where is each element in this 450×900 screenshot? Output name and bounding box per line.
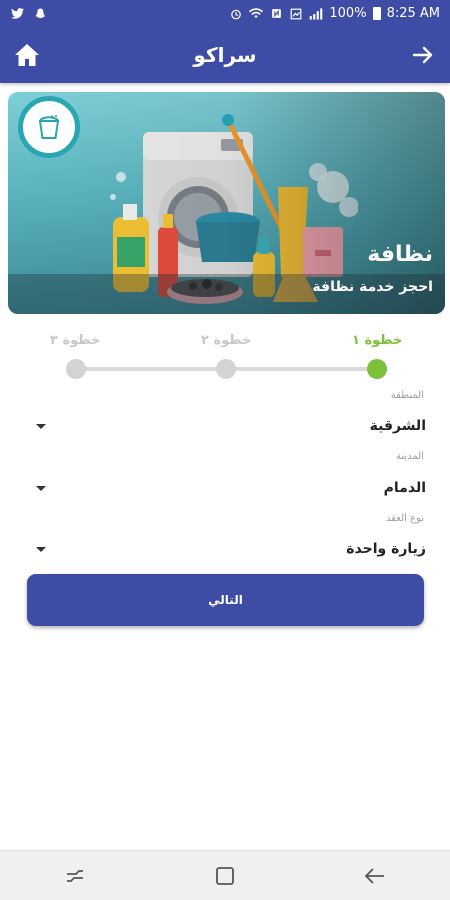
contract-type-select[interactable]: زيارة واحدة: [36, 534, 426, 564]
battery-icon: [372, 7, 381, 20]
city-select[interactable]: الدمام: [36, 473, 426, 503]
chevron-down-icon: [36, 485, 46, 491]
chevron-down-icon: [36, 546, 46, 552]
snapchat-icon: [33, 8, 47, 20]
clock: 8:25 AM: [386, 6, 440, 21]
home-icon[interactable]: [12, 40, 42, 70]
wifi-icon: [249, 8, 264, 20]
step-2-label: خطوة ٢: [201, 333, 252, 348]
step-2-dot[interactable]: [216, 359, 236, 379]
data-icon: [289, 8, 303, 20]
recent-apps-icon[interactable]: [55, 856, 95, 896]
app-bar: سراكو: [0, 27, 450, 83]
step-3-dot[interactable]: [66, 359, 86, 379]
status-bar: 100% 8:25 AM: [0, 0, 450, 27]
home-nav-icon[interactable]: [205, 856, 245, 896]
chevron-down-icon: [36, 423, 46, 429]
bucket-icon: [18, 96, 80, 158]
battery-text: 100%: [329, 6, 367, 21]
region-label: المنطقة: [390, 390, 424, 401]
service-banner[interactable]: نظافة احجز خدمة نظافة: [8, 92, 445, 314]
banner-title: نظافة: [367, 242, 433, 267]
next-button[interactable]: التالي: [27, 574, 424, 626]
contract-type-value: زيارة واحدة: [346, 541, 426, 557]
back-icon[interactable]: [355, 856, 395, 896]
contract-type-label: نوع العقد: [385, 513, 424, 524]
city-value: الدمام: [383, 480, 426, 496]
step-3-label: خطوة ٣: [50, 333, 101, 348]
alarm-icon: [229, 8, 243, 20]
step-1-label: خطوة ١: [352, 333, 403, 348]
system-nav-bar: [0, 850, 450, 900]
banner-subtitle: احجز خدمة نظافة: [312, 279, 433, 295]
region-select[interactable]: الشرقية: [36, 411, 426, 441]
city-label: المدينة: [395, 451, 424, 462]
region-value: الشرقية: [369, 418, 426, 434]
app-title: سراكو: [193, 43, 257, 67]
twitter-icon: [10, 8, 24, 20]
screen: 100% 8:25 AM سراكو نظافة احجز خدمة نظافة…: [0, 0, 450, 900]
signal-icon: [309, 7, 323, 20]
step-1-dot[interactable]: [367, 359, 387, 379]
nfc-icon: [269, 8, 283, 20]
arrow-right-icon[interactable]: [408, 40, 438, 70]
